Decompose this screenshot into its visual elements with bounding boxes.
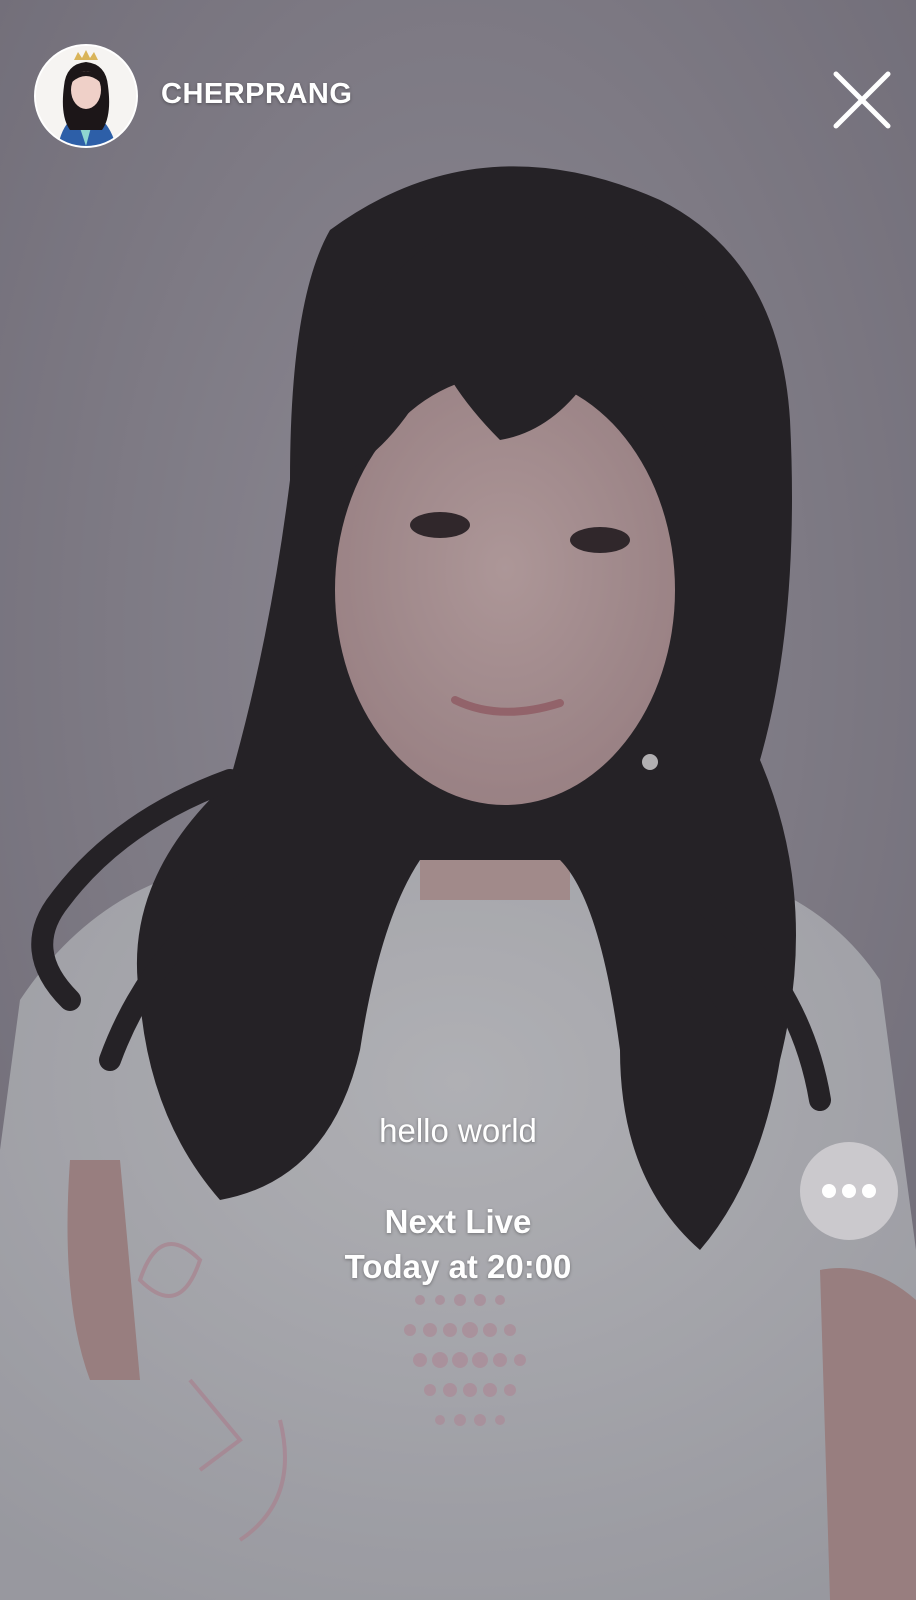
avatar-image	[36, 46, 136, 146]
more-dots-icon	[862, 1184, 876, 1198]
close-icon[interactable]	[828, 66, 896, 134]
username[interactable]: CHERPRANG	[161, 78, 352, 111]
more-dots-icon	[842, 1184, 856, 1198]
story-viewer: CHERPRANG hello world Next Live Today at…	[0, 0, 916, 1600]
more-options-button[interactable]	[800, 1142, 898, 1240]
story-message: hello world	[379, 1112, 537, 1149]
more-dots-icon	[822, 1184, 836, 1198]
story-header: CHERPRANG	[0, 0, 916, 200]
next-live-label: Next Live	[384, 1203, 532, 1240]
dim-overlay	[0, 0, 916, 1600]
profile-avatar[interactable]	[34, 44, 138, 148]
next-live-time: Today at 20:00	[344, 1248, 572, 1285]
